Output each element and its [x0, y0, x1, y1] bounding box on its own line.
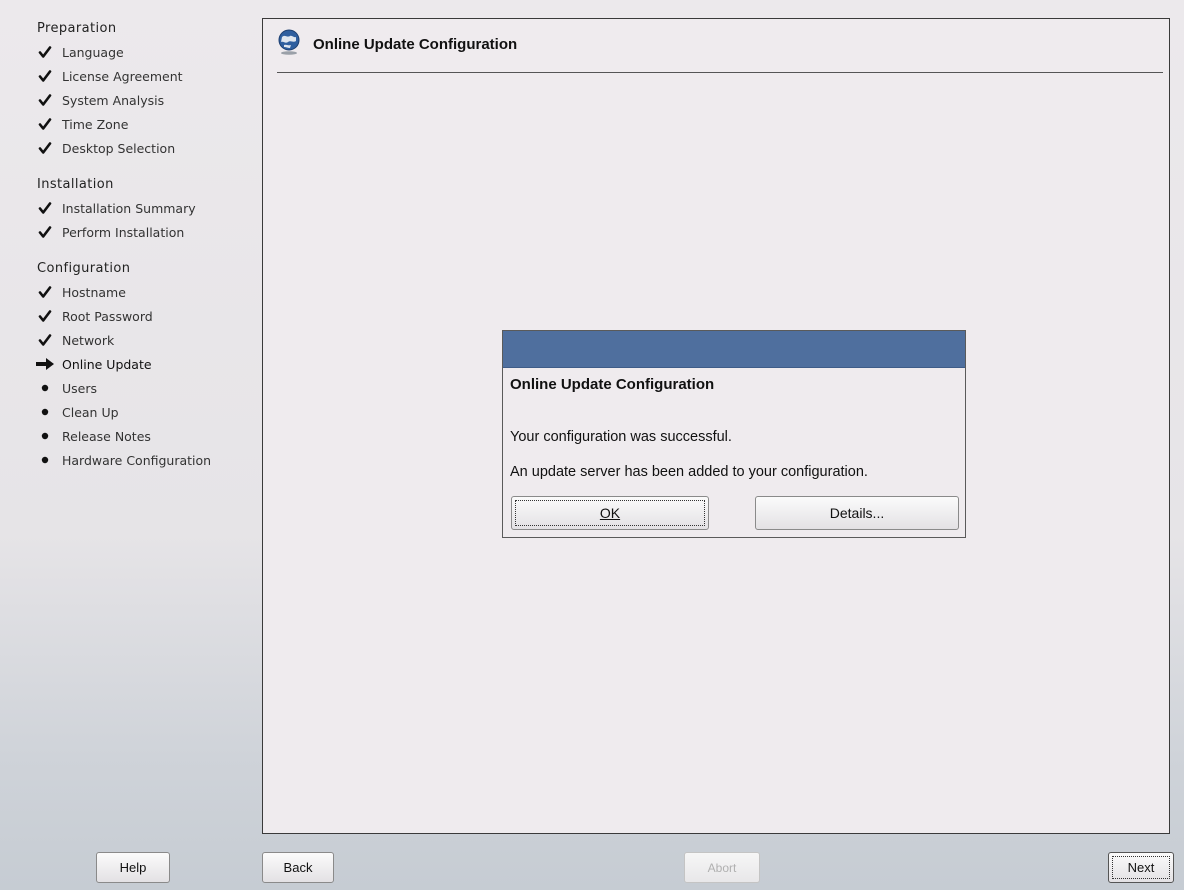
- step-hostname: Hostname: [30, 280, 250, 304]
- section-title: Preparation: [37, 21, 117, 36]
- step-label: Online Update: [62, 356, 152, 372]
- check-icon: [30, 333, 60, 347]
- step-perform-installation: Perform Installation: [30, 220, 250, 244]
- bullet-icon: [30, 384, 60, 392]
- dialog-heading: Online Update Configuration: [510, 376, 715, 393]
- dialog-titlebar[interactable]: [503, 331, 965, 368]
- focus-ring: [515, 500, 705, 526]
- page-title: Online Update Configuration: [313, 35, 518, 53]
- globe-icon: [277, 29, 301, 59]
- section-title: Installation: [37, 177, 114, 192]
- check-icon: [30, 201, 60, 215]
- details-button-label: Details...: [829, 505, 885, 521]
- abort-button-label: Abort: [707, 860, 737, 875]
- step-time-zone: Time Zone: [30, 112, 250, 136]
- step-desktop-selection: Desktop Selection: [30, 136, 250, 160]
- details-button[interactable]: Details...: [755, 496, 959, 530]
- help-button[interactable]: Help: [96, 852, 170, 883]
- check-icon: [30, 117, 60, 131]
- step-label: Perform Installation: [62, 224, 185, 240]
- step-label: Clean Up: [62, 404, 119, 420]
- bullet-icon: [30, 432, 60, 440]
- check-icon: [30, 309, 60, 323]
- dialog-message-server-added: An update server has been added to your …: [510, 464, 868, 480]
- step-online-update: Online Update: [30, 352, 250, 376]
- section-configuration: Configuration Hostname Root Password Net…: [30, 258, 250, 472]
- step-language: Language: [30, 40, 250, 64]
- step-label: Hostname: [62, 284, 126, 300]
- step-users: Users: [30, 376, 250, 400]
- step-clean-up: Clean Up: [30, 400, 250, 424]
- abort-button[interactable]: Abort: [684, 852, 760, 883]
- step-label: Installation Summary: [62, 200, 196, 216]
- back-button[interactable]: Back: [262, 852, 334, 883]
- next-button[interactable]: Next: [1108, 852, 1174, 883]
- step-label: Network: [62, 332, 115, 348]
- step-label: Time Zone: [62, 116, 129, 132]
- check-icon: [30, 45, 60, 59]
- section-installation: Installation Installation Summary Perfor…: [30, 174, 250, 244]
- step-installation-summary: Installation Summary: [30, 196, 250, 220]
- step-system-analysis: System Analysis: [30, 88, 250, 112]
- bullet-icon: [30, 408, 60, 416]
- step-hardware-configuration: Hardware Configuration: [30, 448, 250, 472]
- arrow-right-icon: [30, 357, 60, 371]
- step-label: Hardware Configuration: [62, 452, 212, 468]
- back-button-label: Back: [283, 860, 313, 875]
- step-root-password: Root Password: [30, 304, 250, 328]
- bullet-icon: [30, 456, 60, 464]
- section-title: Configuration: [37, 261, 131, 276]
- check-icon: [30, 141, 60, 155]
- step-label: License Agreement: [62, 68, 183, 84]
- step-network: Network: [30, 328, 250, 352]
- help-button-label: Help: [119, 860, 147, 875]
- step-label: Root Password: [62, 308, 153, 324]
- header-divider: [277, 72, 1163, 73]
- check-icon: [30, 225, 60, 239]
- step-license-agreement: License Agreement: [30, 64, 250, 88]
- step-label: Desktop Selection: [62, 140, 176, 156]
- check-icon: [30, 93, 60, 107]
- check-icon: [30, 69, 60, 83]
- step-label: Language: [62, 44, 124, 60]
- dialog-message-success: Your configuration was successful.: [510, 429, 732, 445]
- focus-ring: [1112, 856, 1170, 879]
- online-update-dialog: Online Update Configuration Your configu…: [502, 330, 966, 538]
- step-label: Users: [62, 380, 98, 396]
- installation-steps-sidebar: Preparation Language License Agreement S…: [30, 18, 250, 486]
- page-header: Online Update Configuration: [277, 29, 517, 59]
- ok-button[interactable]: OK: [511, 496, 709, 530]
- step-label: Release Notes: [62, 428, 151, 444]
- step-label: System Analysis: [62, 92, 165, 108]
- step-release-notes: Release Notes: [30, 424, 250, 448]
- check-icon: [30, 285, 60, 299]
- section-preparation: Preparation Language License Agreement S…: [30, 18, 250, 160]
